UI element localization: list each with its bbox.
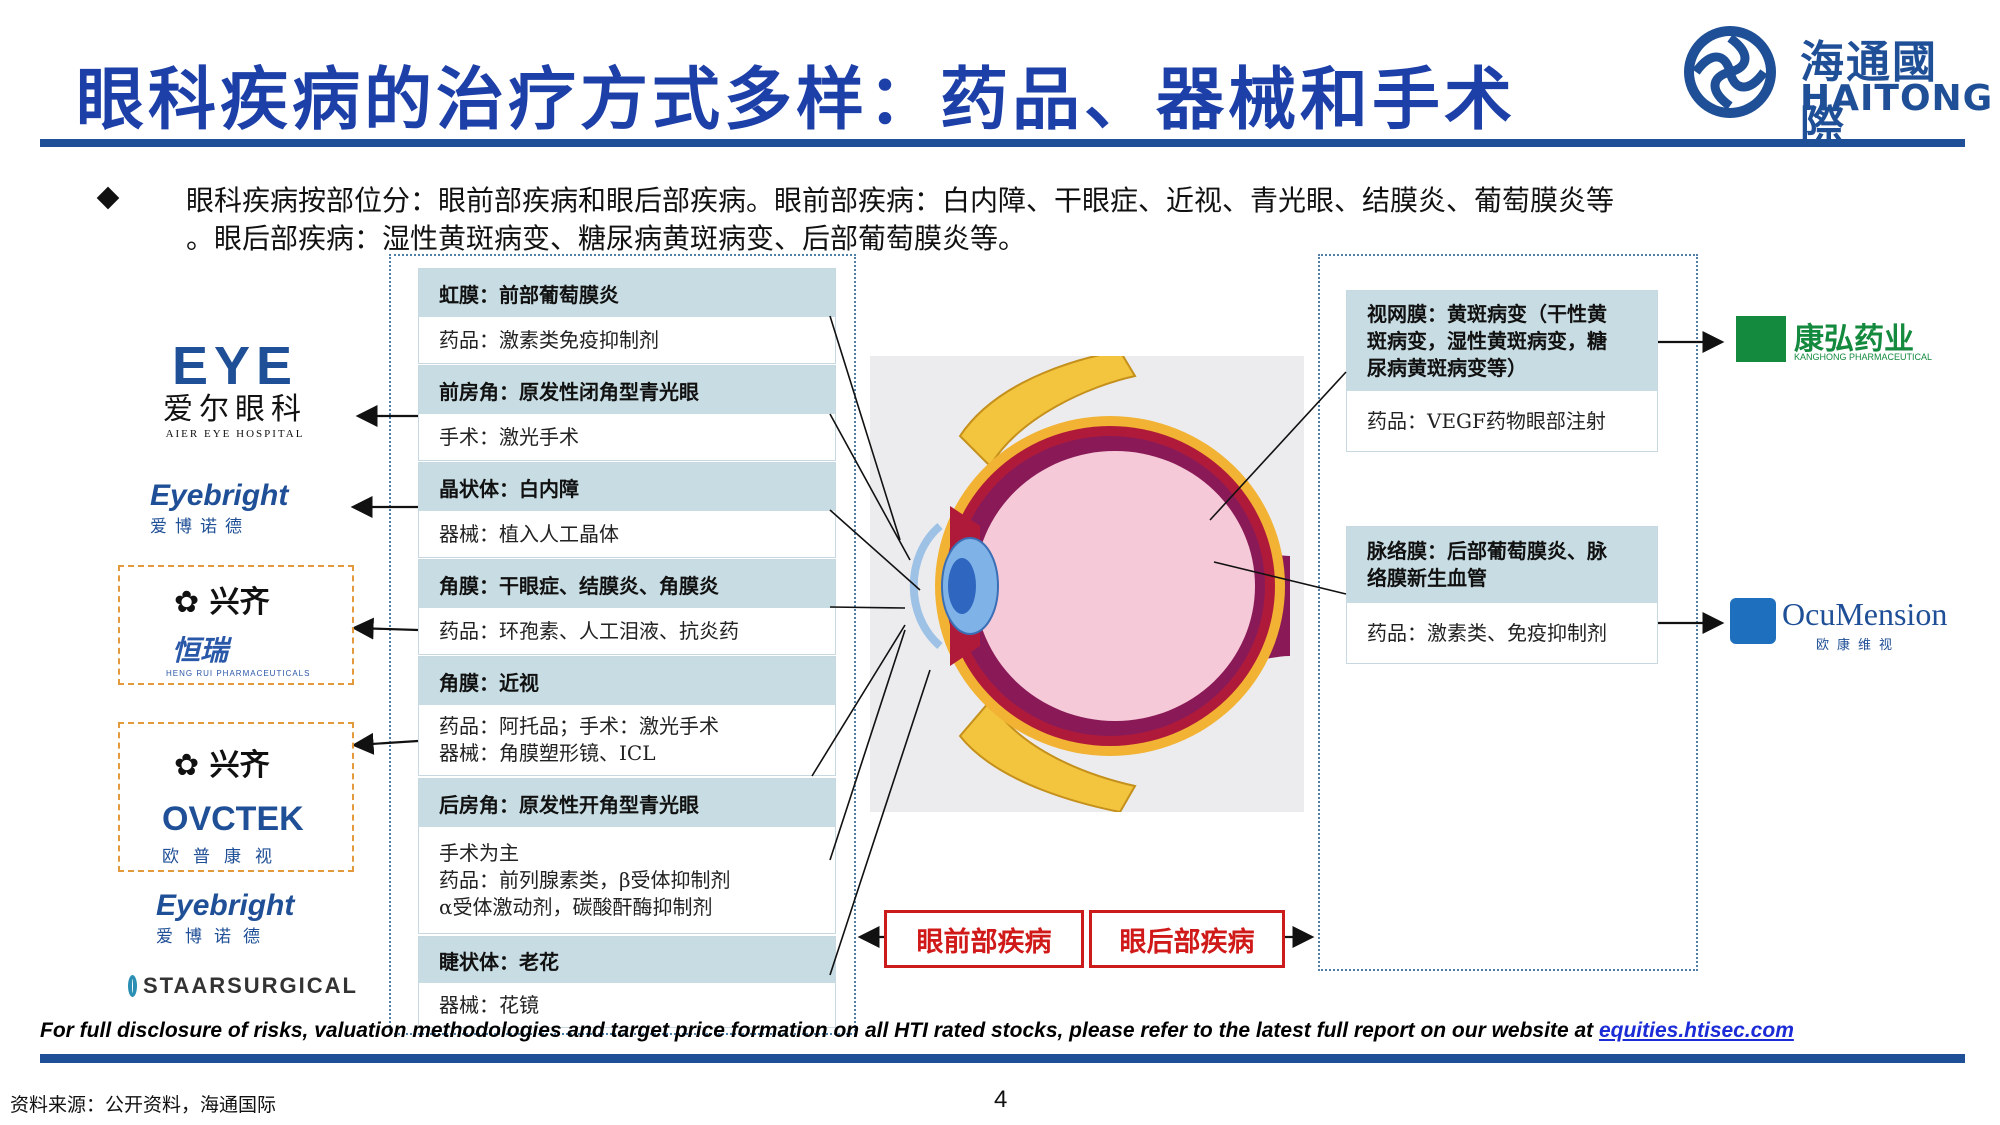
hengrui-cn: 恒瑞 [172,634,229,667]
eyebright-en-2: Eyebright [156,889,295,922]
haitong-emblem-icon [1684,26,1776,118]
eyebright-cn-2: 爱博诺德 [156,927,272,947]
eyebright-cn-1: 爱博诺德 [150,517,250,537]
ciliary-body-head: 睫状体：老花 [419,937,835,983]
eyebright-en-1: Eyebright [150,479,289,512]
staar-emblem-icon [128,975,137,997]
ocumension-cn: 欧康维视 [1816,638,1901,653]
disclaimer-body: For full disclosure of risks, valuation … [40,1019,1599,1042]
anterior-disease-label: 眼前部疾病 [884,910,1084,968]
cornea-body-1: 药品：环孢素、人工泪液、抗炎药 [439,618,739,643]
cornea-body-2-line-2: 器械：角膜塑形镜、ICL [439,741,656,765]
cornea-head-2: 角膜：近视 [419,657,835,705]
posterior-chamber-angle-box: 后房角：原发性开角型青光眼 手术为主 药品：前列腺素类，β受体抑制剂 α受体激动… [418,778,836,934]
kanghong-emblem-icon [1736,316,1786,362]
ovctek-cn: 欧普康视 [162,847,286,867]
disclaimer-text: For full disclosure of risks, valuation … [40,1019,1794,1043]
retina-head-line-2: 斑病变，湿性黄斑病变，糖 [1367,328,1607,353]
lens-body: 器械：植入人工晶体 [439,521,619,546]
xingqi-cn-1: 兴齐 [209,585,270,620]
xingqi-hengrui-group: ✿ 兴齐 恒瑞 HENG RUI PHARMACEUTICALS [118,565,354,685]
staar-logo: STAARSURGICAL [128,968,358,1004]
cornea-box-2: 角膜：近视 药品：阿托品；手术：激光手术 器械：角膜塑形镜、ICL [418,656,836,776]
ocumension-en: OcuMension [1782,596,1948,632]
title-divider [40,139,1965,147]
cornea-body-2-line-1: 药品：阿托品；手术：激光手术 [439,714,719,738]
retina-head-line-3: 尿病黄斑病变等） [1367,355,1527,380]
iris-head: 虹膜：前部葡萄膜炎 [419,269,835,317]
eyebright-logo-1: Eyebright 爱博诺德 [150,480,320,540]
bullet-line-2: 。眼后部疾病：湿性黄斑病变、糖尿病黄斑病变、后部葡萄膜炎等。 [186,222,1027,255]
iris-box: 虹膜：前部葡萄膜炎 药品：激素类免疫抑制剂 [418,268,836,364]
cornea-head-1: 角膜：干眼症、结膜炎、角膜炎 [419,560,835,608]
choroid-head-line-1: 脉络膜：后部葡萄膜炎、脉 [1367,539,1607,563]
lens-head: 晶状体：白内障 [419,463,835,511]
anterior-chamber-angle-body: 手术：激光手术 [439,424,579,449]
eye-diagram [870,356,1304,812]
iris-body: 药品：激素类免疫抑制剂 [439,327,659,352]
choroid-box: 脉络膜：后部葡萄膜炎、脉 络膜新生血管 药品：激素类、免疫抑制剂 [1346,526,1658,664]
posterior-disease-label: 眼后部疾病 [1089,910,1285,968]
staar-en: STAARSURGICAL [142,973,358,998]
haitong-logo: 海通國際 HAITONG [1680,22,1992,152]
posterior-chamber-angle-line-2: 药品：前列腺素类，β受体抑制剂 [439,867,731,892]
ovctek-en: OVCTEK [162,800,304,838]
aier-en: AIER EYE HOSPITAL [165,428,305,440]
page-number: 4 [994,1086,1008,1113]
page-title: 眼科疾病的治疗方式多样：药品、器械和手术 [76,60,1517,140]
xingqi-logo-2: ✿ 兴齐 [174,748,270,783]
ciliary-body-box: 睫状体：老花 器械：花镜 [418,936,836,1028]
bullet-line-1: 眼科疾病按部位分：眼前部疾病和眼后部疾病。眼前部疾病：白内障、干眼症、近视、青光… [186,184,1615,217]
cornea-body-2: 药品：阿托品；手术：激光手术 器械：角膜塑形镜、ICL [419,705,835,775]
aier-cn: 爱尔眼科 [163,392,307,427]
xingqi-logo-1: ✿ 兴齐 [174,585,270,620]
xingqi-cn-2: 兴齐 [209,748,270,783]
aier-logo-mark: EYE [171,336,299,396]
choroid-head: 脉络膜：后部葡萄膜炎、脉 络膜新生血管 [1347,527,1657,603]
anterior-chamber-angle-head: 前房角：原发性闭角型青光眼 [419,366,835,414]
posterior-chamber-angle-head: 后房角：原发性开角型青光眼 [419,779,835,827]
hengrui-en: HENG RUI PHARMACEUTICALS [166,669,311,678]
website-link[interactable]: equities.htisec.com [1599,1019,1794,1042]
aier-logo: EYE 爱尔眼科 AIER EYE HOSPITAL [140,336,330,450]
choroid-head-line-2: 络膜新生血管 [1367,566,1487,590]
retina-box: 视网膜：黄斑病变（干性黄 斑病变，湿性黄斑病变，糖 尿病黄斑病变等） 药品：VE… [1346,290,1658,452]
eyebright-logo-2: Eyebright 爱博诺德 [156,890,336,950]
retina-head: 视网膜：黄斑病变（干性黄 斑病变，湿性黄斑病变，糖 尿病黄斑病变等） [1347,291,1657,391]
retina-head-line-1: 视网膜：黄斑病变（干性黄 [1367,301,1607,326]
lens-box: 晶状体：白内障 器械：植入人工晶体 [418,462,836,558]
posterior-chamber-angle-line-3: α受体激动剂，碳酸酐酶抑制剂 [439,894,713,919]
ocumension-logo: OcuMension 欧康维视 [1730,596,1970,656]
cornea-box-1: 角膜：干眼症、结膜炎、角膜炎 药品：环孢素、人工泪液、抗炎药 [418,559,836,655]
posterior-chamber-angle-line-1: 手术为主 [439,840,519,865]
retina-body: 药品：VEGF药物眼部注射 [1367,408,1606,433]
kanghong-en: KANGHONG PHARMACEUTICAL [1794,352,1933,362]
ocumension-emblem-icon [1730,598,1776,644]
bullet-text: 眼科疾病按部位分：眼前部疾病和眼后部疾病。眼前部疾病：白内障、干眼症、近视、青光… [186,182,1906,258]
haitong-en-name: HAITONG [1800,78,1994,119]
footer-divider [40,1054,1965,1063]
source-note: 资料来源：公开资料，海通国际 [10,1094,277,1116]
anterior-chamber-angle-box: 前房角：原发性闭角型青光眼 手术：激光手术 [418,365,836,461]
bullet-diamond-icon [96,186,120,210]
choroid-body: 药品：激素类、免疫抑制剂 [1367,620,1607,645]
xingqi-ovctek-group: ✿ 兴齐 OVCTEK 欧普康视 [118,722,354,872]
posterior-chamber-angle-body: 手术为主 药品：前列腺素类，β受体抑制剂 α受体激动剂，碳酸酐酶抑制剂 [419,827,835,933]
kanghong-logo: 康弘药业 KANGHONG PHARMACEUTICAL [1736,314,1966,370]
